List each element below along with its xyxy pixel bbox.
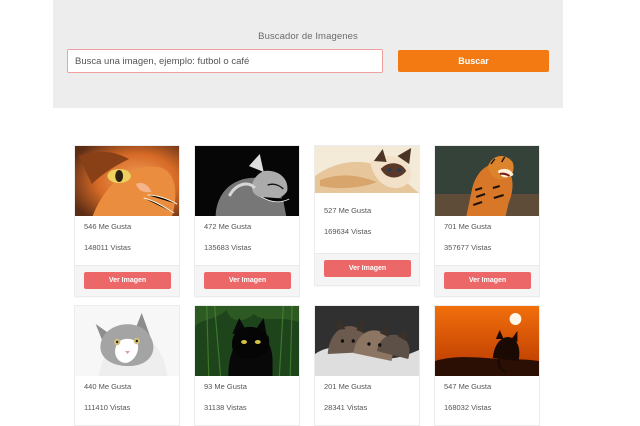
likes-count: 93 Me Gusta: [204, 382, 247, 391]
image-stats: 547 Me Gusta 168032 Vistas: [435, 376, 539, 425]
likes-count: 527 Me Gusta: [324, 206, 372, 215]
card-footer: Ver Imagen: [75, 265, 179, 296]
image-search-page: Buscador de Imagenes Buscar: [0, 0, 640, 426]
views-count: 31138 Vistas: [204, 402, 247, 412]
image-result-card: 440 Me Gusta 111410 Vistas: [74, 305, 180, 426]
image-stats: 546 Me Gusta 148011 Vistas: [75, 216, 179, 265]
gray-white-cat-icon: [75, 306, 179, 376]
image-result-card: 472 Me Gusta 135683 Vistas Ver Imagen: [194, 145, 300, 297]
likes-count: 701 Me Gusta: [444, 222, 492, 231]
view-image-button[interactable]: Ver Imagen: [204, 272, 291, 289]
image-stats: 93 Me Gusta 31138 Vistas: [195, 376, 299, 425]
image-result-card: 93 Me Gusta 31138 Vistas: [194, 305, 300, 426]
image-result-card: 701 Me Gusta 357677 Vistas Ver Imagen: [434, 145, 540, 297]
view-image-button[interactable]: Ver Imagen: [84, 272, 171, 289]
likes-count: 440 Me Gusta: [84, 382, 132, 391]
image-thumbnail: [315, 306, 419, 376]
views-count: 28341 Vistas: [324, 402, 368, 412]
image-result-card: 547 Me Gusta 168032 Vistas: [434, 305, 540, 426]
image-result-card: 546 Me Gusta 148011 Vistas Ver Imagen: [74, 145, 180, 297]
likes-count: 547 Me Gusta: [444, 382, 492, 391]
likes-count: 201 Me Gusta: [324, 382, 372, 391]
card-footer: Ver Imagen: [195, 265, 299, 296]
tiger-roaring-icon: [435, 146, 539, 216]
card-footer: Ver Imagen: [435, 265, 539, 296]
image-thumbnail: [315, 146, 419, 193]
view-image-button[interactable]: Ver Imagen: [444, 272, 531, 289]
image-thumbnail: [435, 146, 539, 216]
image-stats: 472 Me Gusta 135683 Vistas: [195, 216, 299, 265]
views-count: 357677 Vistas: [444, 242, 492, 252]
image-thumbnail: [435, 306, 539, 376]
image-result-card: 201 Me Gusta 28341 Vistas: [314, 305, 420, 426]
image-stats: 527 Me Gusta 169634 Vistas: [315, 193, 419, 253]
likes-count: 546 Me Gusta: [84, 222, 132, 231]
image-thumbnail: [195, 146, 299, 216]
views-count: 135683 Vistas: [204, 242, 252, 252]
image-thumbnail: [75, 146, 179, 216]
likes-count: 472 Me Gusta: [204, 222, 252, 231]
image-results-grid: 546 Me Gusta 148011 Vistas Ver Imagen 47…: [0, 0, 640, 426]
views-count: 169634 Vistas: [324, 226, 372, 236]
gray-cat-looking-up-icon: [195, 146, 299, 216]
views-count: 168032 Vistas: [444, 402, 492, 412]
image-stats: 440 Me Gusta 111410 Vistas: [75, 376, 179, 425]
image-thumbnail: [75, 306, 179, 376]
card-footer: Ver Imagen: [315, 253, 419, 285]
view-image-button[interactable]: Ver Imagen: [324, 260, 411, 277]
views-count: 111410 Vistas: [84, 402, 131, 412]
image-stats: 701 Me Gusta 357677 Vistas: [435, 216, 539, 265]
siamese-cat-lying-icon: [315, 146, 419, 193]
orange-cat-close-up-icon: [75, 146, 179, 216]
kittens-blanket-icon: [315, 306, 419, 376]
image-stats: 201 Me Gusta 28341 Vistas: [315, 376, 419, 425]
cat-sunset-silhouette-icon: [435, 306, 539, 376]
black-cat-grass-icon: [195, 306, 299, 376]
image-thumbnail: [195, 306, 299, 376]
image-result-card: 527 Me Gusta 169634 Vistas Ver Imagen: [314, 145, 420, 286]
views-count: 148011 Vistas: [84, 242, 131, 252]
